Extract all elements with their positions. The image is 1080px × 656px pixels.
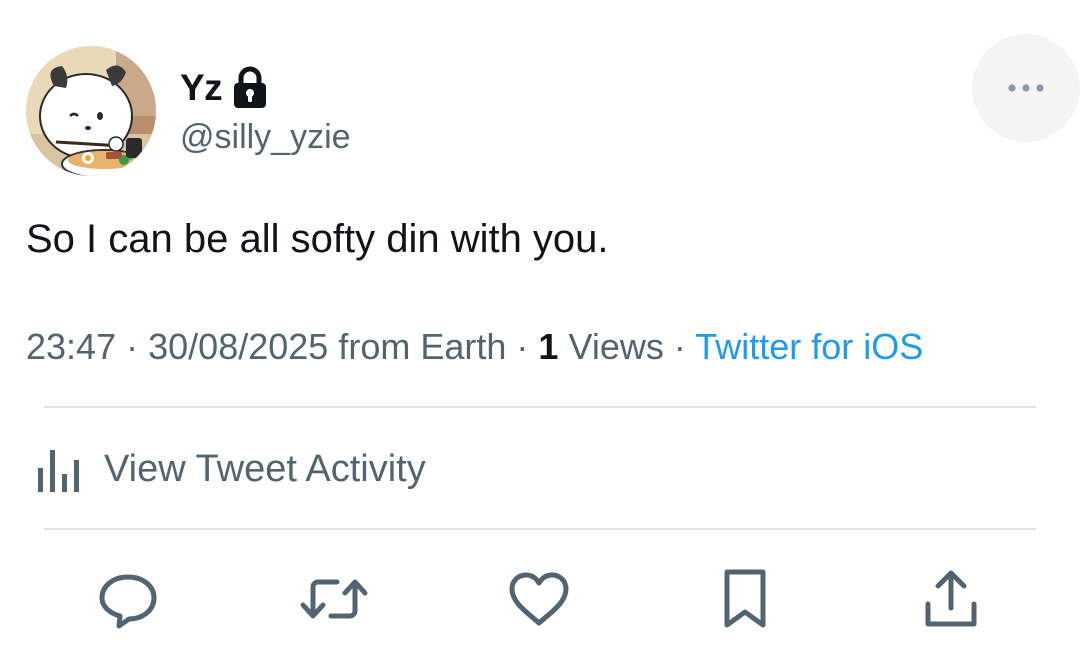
user-handle[interactable]: @silly_yzie [180, 114, 351, 160]
ellipsis-icon [1008, 84, 1044, 92]
meta-separator: · [516, 326, 529, 367]
avatar[interactable] [26, 46, 156, 176]
divider [44, 406, 1036, 408]
bookmark-button[interactable] [710, 564, 780, 634]
view-tweet-activity-button[interactable]: View Tweet Activity [36, 444, 426, 494]
views-count: 1 [538, 326, 559, 367]
view-tweet-activity-label: View Tweet Activity [104, 447, 426, 490]
tweet-action-bar [0, 564, 1080, 634]
tweet-text: So I can be all softy din with you. [26, 217, 609, 261]
share-button[interactable] [916, 564, 986, 634]
meta-separator: · [673, 326, 686, 367]
display-name-row: Yz [180, 64, 268, 112]
heart-icon [509, 572, 569, 626]
tweet-date[interactable]: 30/08/2025 [148, 326, 328, 367]
bar-chart-icon [38, 450, 79, 492]
tweet-location: from Earth [338, 326, 507, 367]
reply-button[interactable] [93, 564, 163, 634]
meta-separator: · [126, 326, 139, 367]
share-upload-icon [925, 570, 977, 627]
views-label: Views [568, 326, 664, 367]
speech-bubble-icon [99, 574, 157, 629]
tweet-meta: 23:47 · 30/08/2025 from Earth · 1 Views … [26, 322, 923, 372]
retweet-button[interactable] [299, 564, 369, 634]
display-name[interactable]: Yz [180, 64, 223, 112]
divider [44, 528, 1036, 530]
like-button[interactable] [504, 564, 574, 634]
puppy-ramen-avatar-icon [26, 46, 156, 176]
bookmark-icon [724, 569, 766, 628]
lock-icon [232, 66, 268, 108]
source-link[interactable]: Twitter for iOS [695, 326, 923, 367]
retweet-arrows-icon [300, 579, 368, 619]
tweet-time[interactable]: 23:47 [26, 326, 116, 367]
more-options-button[interactable] [972, 34, 1080, 142]
